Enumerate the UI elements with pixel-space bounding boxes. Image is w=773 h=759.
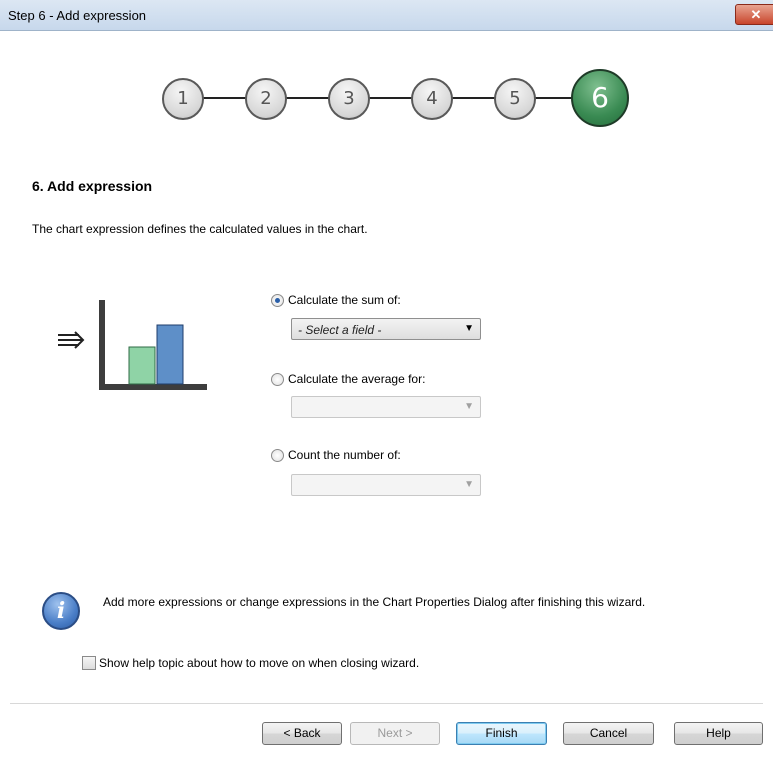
next-button[interactable]: Next > — [350, 722, 440, 745]
chart-bar-blue — [156, 324, 184, 385]
close-icon: ✕ — [750, 7, 762, 22]
page-description: The chart expression defines the calcula… — [32, 222, 368, 236]
average-radio-label: Calculate the average for: — [288, 372, 426, 386]
help-topic-checkbox[interactable] — [82, 656, 96, 670]
sum-field-value: - Select a field - — [298, 323, 382, 337]
bar-chart-illustration-icon — [58, 300, 207, 390]
count-radio-label: Count the number of: — [288, 448, 401, 462]
chart-bar-green — [128, 346, 156, 385]
step-4: 4 — [411, 78, 453, 120]
chart-x-axis — [99, 384, 207, 390]
chevron-down-icon: ▼ — [464, 323, 474, 334]
info-text: Add more expressions or change expressio… — [103, 595, 646, 609]
page-title: 6. Add expression — [32, 178, 153, 194]
count-radio[interactable] — [271, 449, 284, 462]
window-title: Step 6 - Add expression — [8, 8, 147, 23]
sum-field-select[interactable]: - Select a field - ▼ — [291, 318, 481, 340]
chevron-down-icon: ▼ — [464, 479, 474, 490]
back-button[interactable]: < Back — [262, 722, 342, 745]
help-button[interactable]: Help — [674, 722, 763, 745]
arrow-right-icon — [58, 331, 85, 349]
title-bar: Step 6 - Add expression ✕ — [0, 0, 773, 31]
close-button[interactable]: ✕ — [735, 4, 773, 25]
chart-y-axis — [99, 300, 105, 389]
step-3: 3 — [328, 78, 370, 120]
step-1: 1 — [162, 78, 204, 120]
step-2: 2 — [245, 78, 287, 120]
footer-divider — [10, 703, 763, 704]
chevron-down-icon: ▼ — [464, 401, 474, 412]
sum-radio-label: Calculate the sum of: — [288, 293, 401, 307]
help-topic-checkbox-label: Show help topic about how to move on whe… — [99, 656, 420, 670]
step-5: 5 — [494, 78, 536, 120]
finish-button[interactable]: Finish — [456, 722, 547, 745]
average-radio[interactable] — [271, 373, 284, 386]
sum-radio[interactable] — [271, 294, 284, 307]
cancel-button[interactable]: Cancel — [563, 722, 654, 745]
step-6-active: 6 — [571, 69, 629, 127]
average-field-select[interactable]: ▼ — [291, 396, 481, 418]
info-icon: i — [42, 592, 80, 630]
count-field-select[interactable]: ▼ — [291, 474, 481, 496]
